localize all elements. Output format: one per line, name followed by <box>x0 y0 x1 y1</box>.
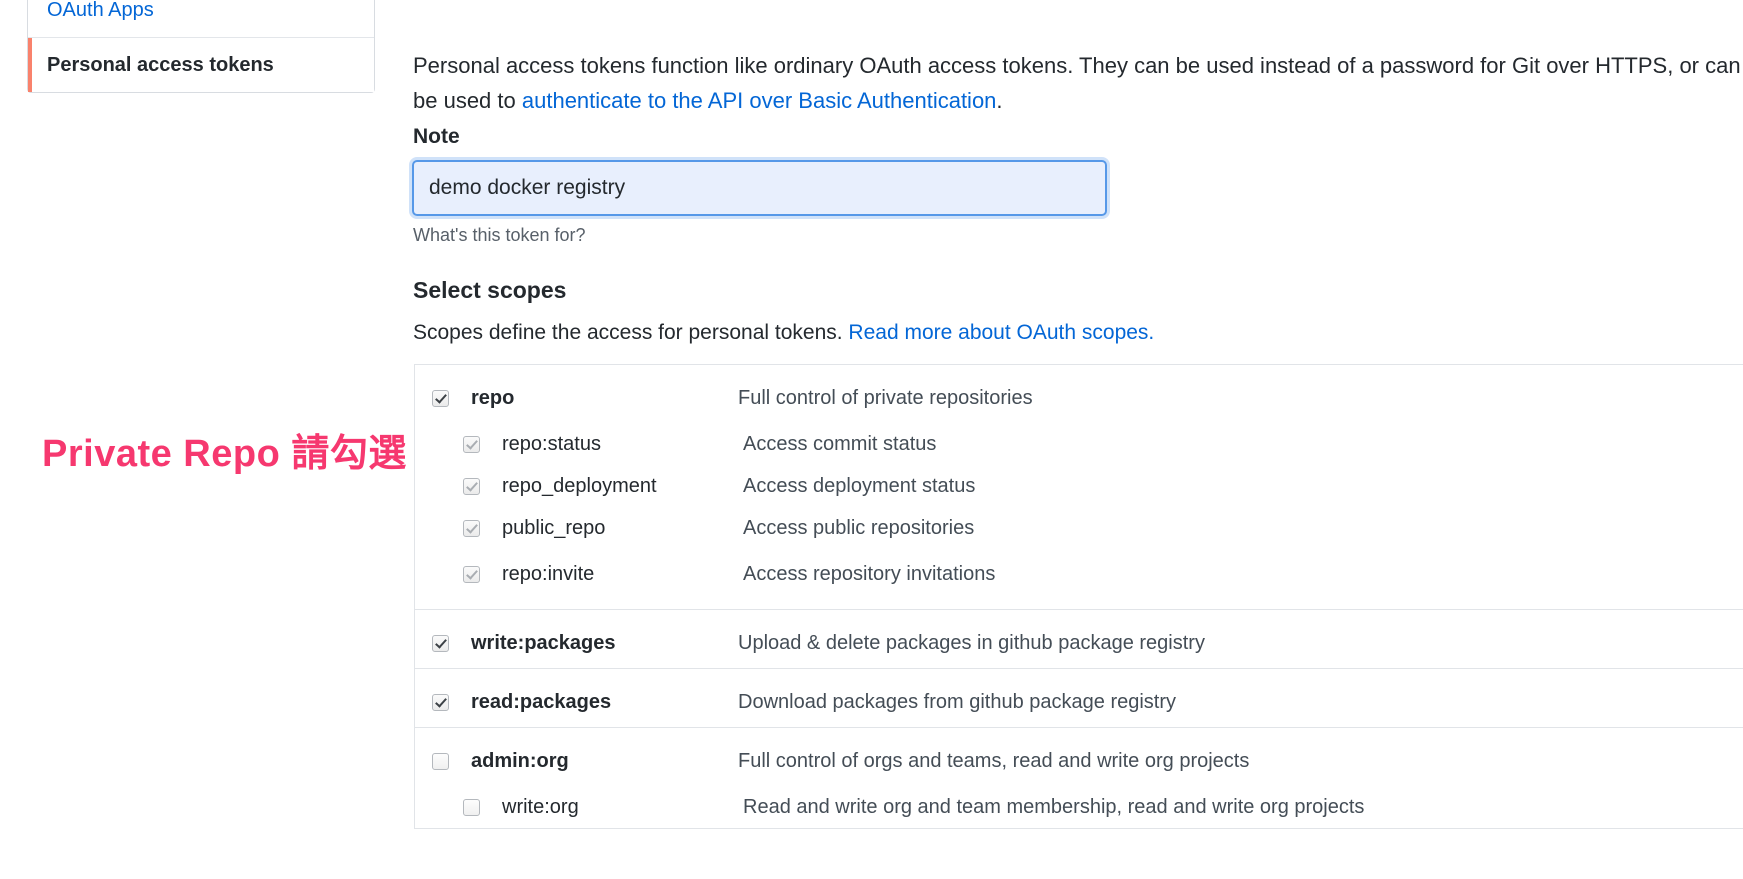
sidebar-item-personal-access-tokens[interactable]: Personal access tokens <box>28 38 374 92</box>
scope-row[interactable]: write:packages Upload & delete packages … <box>415 610 1743 668</box>
intro-paragraph: Personal access tokens function like ord… <box>413 48 1743 118</box>
scope-row[interactable]: admin:org Full control of orgs and teams… <box>415 728 1743 786</box>
checkbox-icon[interactable] <box>432 752 449 770</box>
scope-row[interactable]: repo Full control of private repositorie… <box>415 365 1743 423</box>
checkbox-icon[interactable] <box>463 798 480 816</box>
checkbox-icon[interactable] <box>432 693 449 711</box>
scope-group-write-packages: write:packages Upload & delete packages … <box>415 610 1743 669</box>
scope-name: repo:status <box>502 432 601 455</box>
scope-description: Upload & delete packages in github packa… <box>738 631 1205 654</box>
scope-row[interactable]: repo:invite Access repository invitation… <box>415 549 1743 609</box>
note-label: Note <box>413 125 460 148</box>
scope-description: Full control of orgs and teams, read and… <box>738 749 1250 772</box>
checkbox-icon[interactable] <box>463 435 480 453</box>
scope-name: write:org <box>502 795 579 818</box>
select-scopes-heading: Select scopes <box>413 277 567 303</box>
note-hint: What's this token for? <box>413 225 586 245</box>
scope-description: Access deployment status <box>743 474 976 497</box>
scope-name: admin:org <box>471 749 569 772</box>
scope-group-repo: repo Full control of private repositorie… <box>415 365 1743 610</box>
scope-row[interactable]: write:org Read and write org and team me… <box>415 786 1743 828</box>
annotation-private-repo: Private Repo 請勾選 <box>42 433 407 475</box>
checkbox-icon[interactable] <box>432 634 449 652</box>
scope-description: Read and write org and team membership, … <box>743 795 1365 818</box>
intro-text-part2: . <box>996 88 1003 113</box>
note-input[interactable] <box>409 157 1110 219</box>
scope-description: Access public repositories <box>743 516 975 539</box>
scope-row[interactable]: read:packages Download packages from git… <box>415 669 1743 727</box>
scope-row[interactable]: repo:status Access commit status <box>415 423 1743 465</box>
scope-description: Full control of private repositories <box>738 386 1033 409</box>
basic-authentication-link[interactable]: authenticate to the API over Basic Authe… <box>522 88 997 113</box>
scopes-description: Scopes define the access for personal to… <box>413 321 1154 345</box>
checkbox-icon[interactable] <box>463 477 480 495</box>
main-content: Personal access tokens function like ord… <box>409 0 1743 879</box>
sidebar-item-oauth-apps[interactable]: OAuth Apps <box>28 0 374 38</box>
scope-row[interactable]: public_repo Access public repositories <box>415 507 1743 549</box>
scope-group-admin-org: admin:org Full control of orgs and teams… <box>415 728 1743 829</box>
sidebar-item-label: Personal access tokens <box>47 54 274 76</box>
oauth-scopes-link[interactable]: Read more about OAuth scopes. <box>848 321 1154 344</box>
scope-name: read:packages <box>471 690 612 713</box>
scope-name: write:packages <box>471 631 616 654</box>
scope-name: repo_deployment <box>502 474 657 497</box>
sidebar-item-label: OAuth Apps <box>47 0 154 21</box>
settings-sidebar: OAuth Apps Personal access tokens <box>27 0 375 93</box>
checkbox-icon[interactable] <box>463 565 480 583</box>
scope-name: repo:invite <box>502 562 595 585</box>
scope-group-read-packages: read:packages Download packages from git… <box>415 669 1743 728</box>
checkbox-icon[interactable] <box>463 519 480 537</box>
scope-description: Download packages from github package re… <box>738 690 1177 713</box>
scope-description: Access commit status <box>743 432 937 455</box>
scope-name: public_repo <box>502 516 606 539</box>
checkbox-icon[interactable] <box>432 389 449 407</box>
scope-description: Access repository invitations <box>743 562 996 585</box>
scopes-table: repo Full control of private repositorie… <box>414 364 1743 829</box>
scope-name: repo <box>471 386 515 409</box>
scopes-description-text: Scopes define the access for personal to… <box>413 321 849 344</box>
scope-row[interactable]: repo_deployment Access deployment status <box>415 465 1743 507</box>
